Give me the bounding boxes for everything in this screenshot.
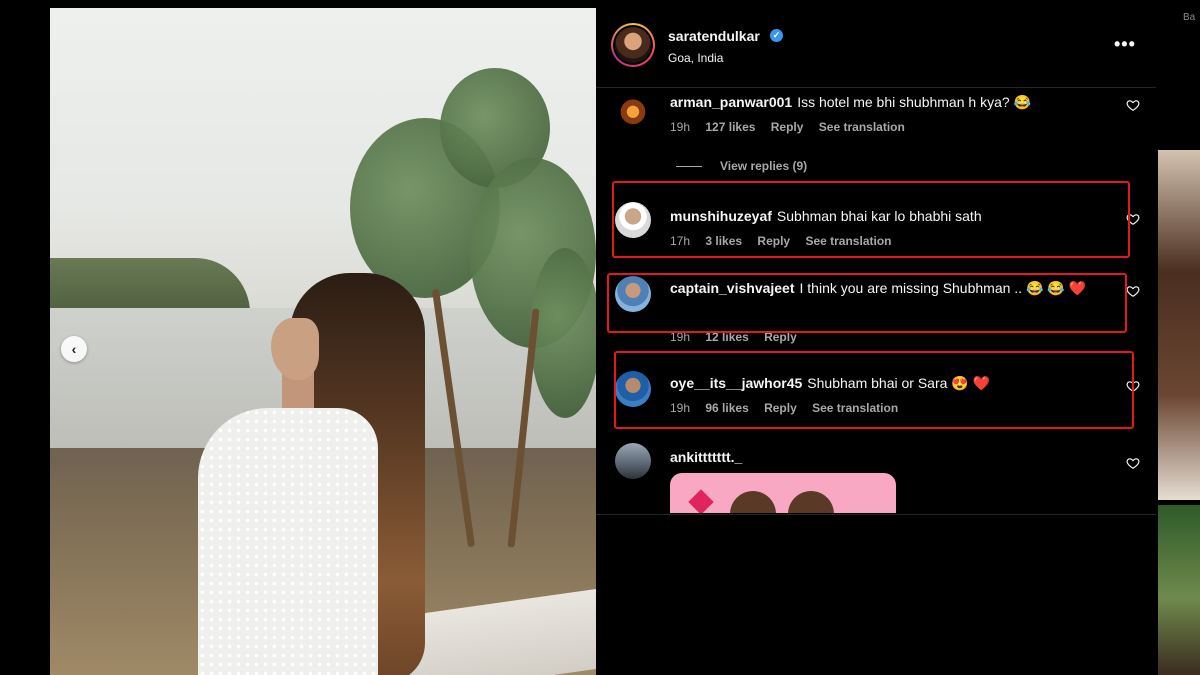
comments-list: arman_panwar001 Iss hotel me bhi shubhman… <box>596 88 1156 515</box>
comment-sticker-image <box>670 473 896 513</box>
comment-text: arman_panwar001 Iss hotel me bhi shubhman… <box>670 92 1110 112</box>
comment-time[interactable]: 17h <box>670 234 690 248</box>
comment-time[interactable]: 19h <box>670 120 690 134</box>
heart-icon[interactable] <box>1126 212 1140 226</box>
side-thumbnail[interactable] <box>1158 150 1200 500</box>
comment-username[interactable]: munshihuzeyaf <box>670 208 772 224</box>
verified-icon: ✓ <box>770 29 783 42</box>
comment-body: Iss hotel me bhi shubhman h kya? <box>797 94 1010 110</box>
comment-username[interactable]: oye__its__jawhor45 <box>670 375 802 391</box>
comment-text: ankittttttt._ <box>670 447 1110 467</box>
comment-emoji: 😂 😂 ❤️ <box>1025 280 1087 296</box>
edge-label: Ba <box>1183 12 1196 23</box>
post-location[interactable]: Goa, India <box>668 51 723 65</box>
view-replies-button[interactable]: View replies (9) <box>676 159 807 173</box>
reply-button[interactable]: Reply <box>764 401 797 415</box>
heart-icon[interactable] <box>1126 284 1140 298</box>
comment-body: I think you are missing Shubhman .. <box>799 280 1023 296</box>
chevron-left-icon[interactable]: ‹ <box>61 336 87 362</box>
comment-text: captain_vishvajeet I think you are missin… <box>670 278 1110 298</box>
comment-likes[interactable]: 12 likes <box>705 330 748 344</box>
post-header: saratendulkar ✓ Goa, India ••• <box>596 8 1156 88</box>
reply-button[interactable]: Reply <box>757 234 790 248</box>
comment-meta: 19h 96 likes Reply See translation <box>670 401 910 415</box>
reply-button[interactable]: Reply <box>764 330 797 344</box>
comment-body: Subhman bhai kar lo bhabhi sath <box>776 208 982 224</box>
see-translation-button[interactable]: See translation <box>805 234 891 248</box>
comment-time[interactable]: 19h <box>670 330 690 344</box>
comment-meta: 19h 127 likes Reply See translation <box>670 120 917 134</box>
comment-text: oye__its__jawhor45 Shubham bhai or Sara 😍… <box>670 373 1110 393</box>
side-thumbnail[interactable] <box>1158 505 1200 675</box>
comment-emoji: 😂 <box>1013 94 1031 110</box>
comment-likes[interactable]: 3 likes <box>705 234 742 248</box>
divider <box>596 514 1156 515</box>
comment-meta: 17h 3 likes Reply See translation <box>670 234 903 248</box>
heart-icon[interactable] <box>1126 98 1140 112</box>
reply-button[interactable]: Reply <box>771 120 804 134</box>
heart-icon[interactable] <box>1126 456 1140 470</box>
comment-body: Shubham bhai or Sara <box>807 375 948 391</box>
avatar[interactable] <box>615 443 651 479</box>
see-translation-button[interactable]: See translation <box>819 120 905 134</box>
comment-username[interactable]: captain_vishvajeet <box>670 280 795 296</box>
comment-time[interactable]: 19h <box>670 401 690 415</box>
comment-emoji: 😍 ❤️ <box>951 375 991 391</box>
avatar[interactable] <box>615 276 651 312</box>
heart-icon[interactable] <box>1126 379 1140 393</box>
post-username[interactable]: saratendulkar <box>668 28 760 44</box>
avatar[interactable] <box>611 23 655 67</box>
comment-meta: 19h 12 likes Reply <box>670 330 809 344</box>
comment-likes[interactable]: 96 likes <box>705 401 748 415</box>
avatar[interactable] <box>615 371 651 407</box>
post-photo: ‹ <box>50 8 596 675</box>
view-replies-label: View replies (9) <box>720 159 808 173</box>
avatar[interactable] <box>615 202 651 238</box>
tree-foliage <box>530 248 596 418</box>
more-options-icon[interactable]: ••• <box>1114 34 1136 55</box>
comment-username[interactable]: ankittttttt._ <box>670 449 742 465</box>
comment-likes[interactable]: 127 likes <box>705 120 755 134</box>
post-side-panel: saratendulkar ✓ Goa, India ••• arman_pan… <box>596 8 1156 675</box>
person-dress <box>198 408 378 675</box>
see-translation-button[interactable]: See translation <box>812 401 898 415</box>
avatar[interactable] <box>615 92 651 128</box>
hill <box>50 258 250 313</box>
comment-username[interactable]: arman_panwar001 <box>670 94 792 110</box>
comment-text: munshihuzeyaf Subhman bhai kar lo bhabhi … <box>670 206 1110 226</box>
